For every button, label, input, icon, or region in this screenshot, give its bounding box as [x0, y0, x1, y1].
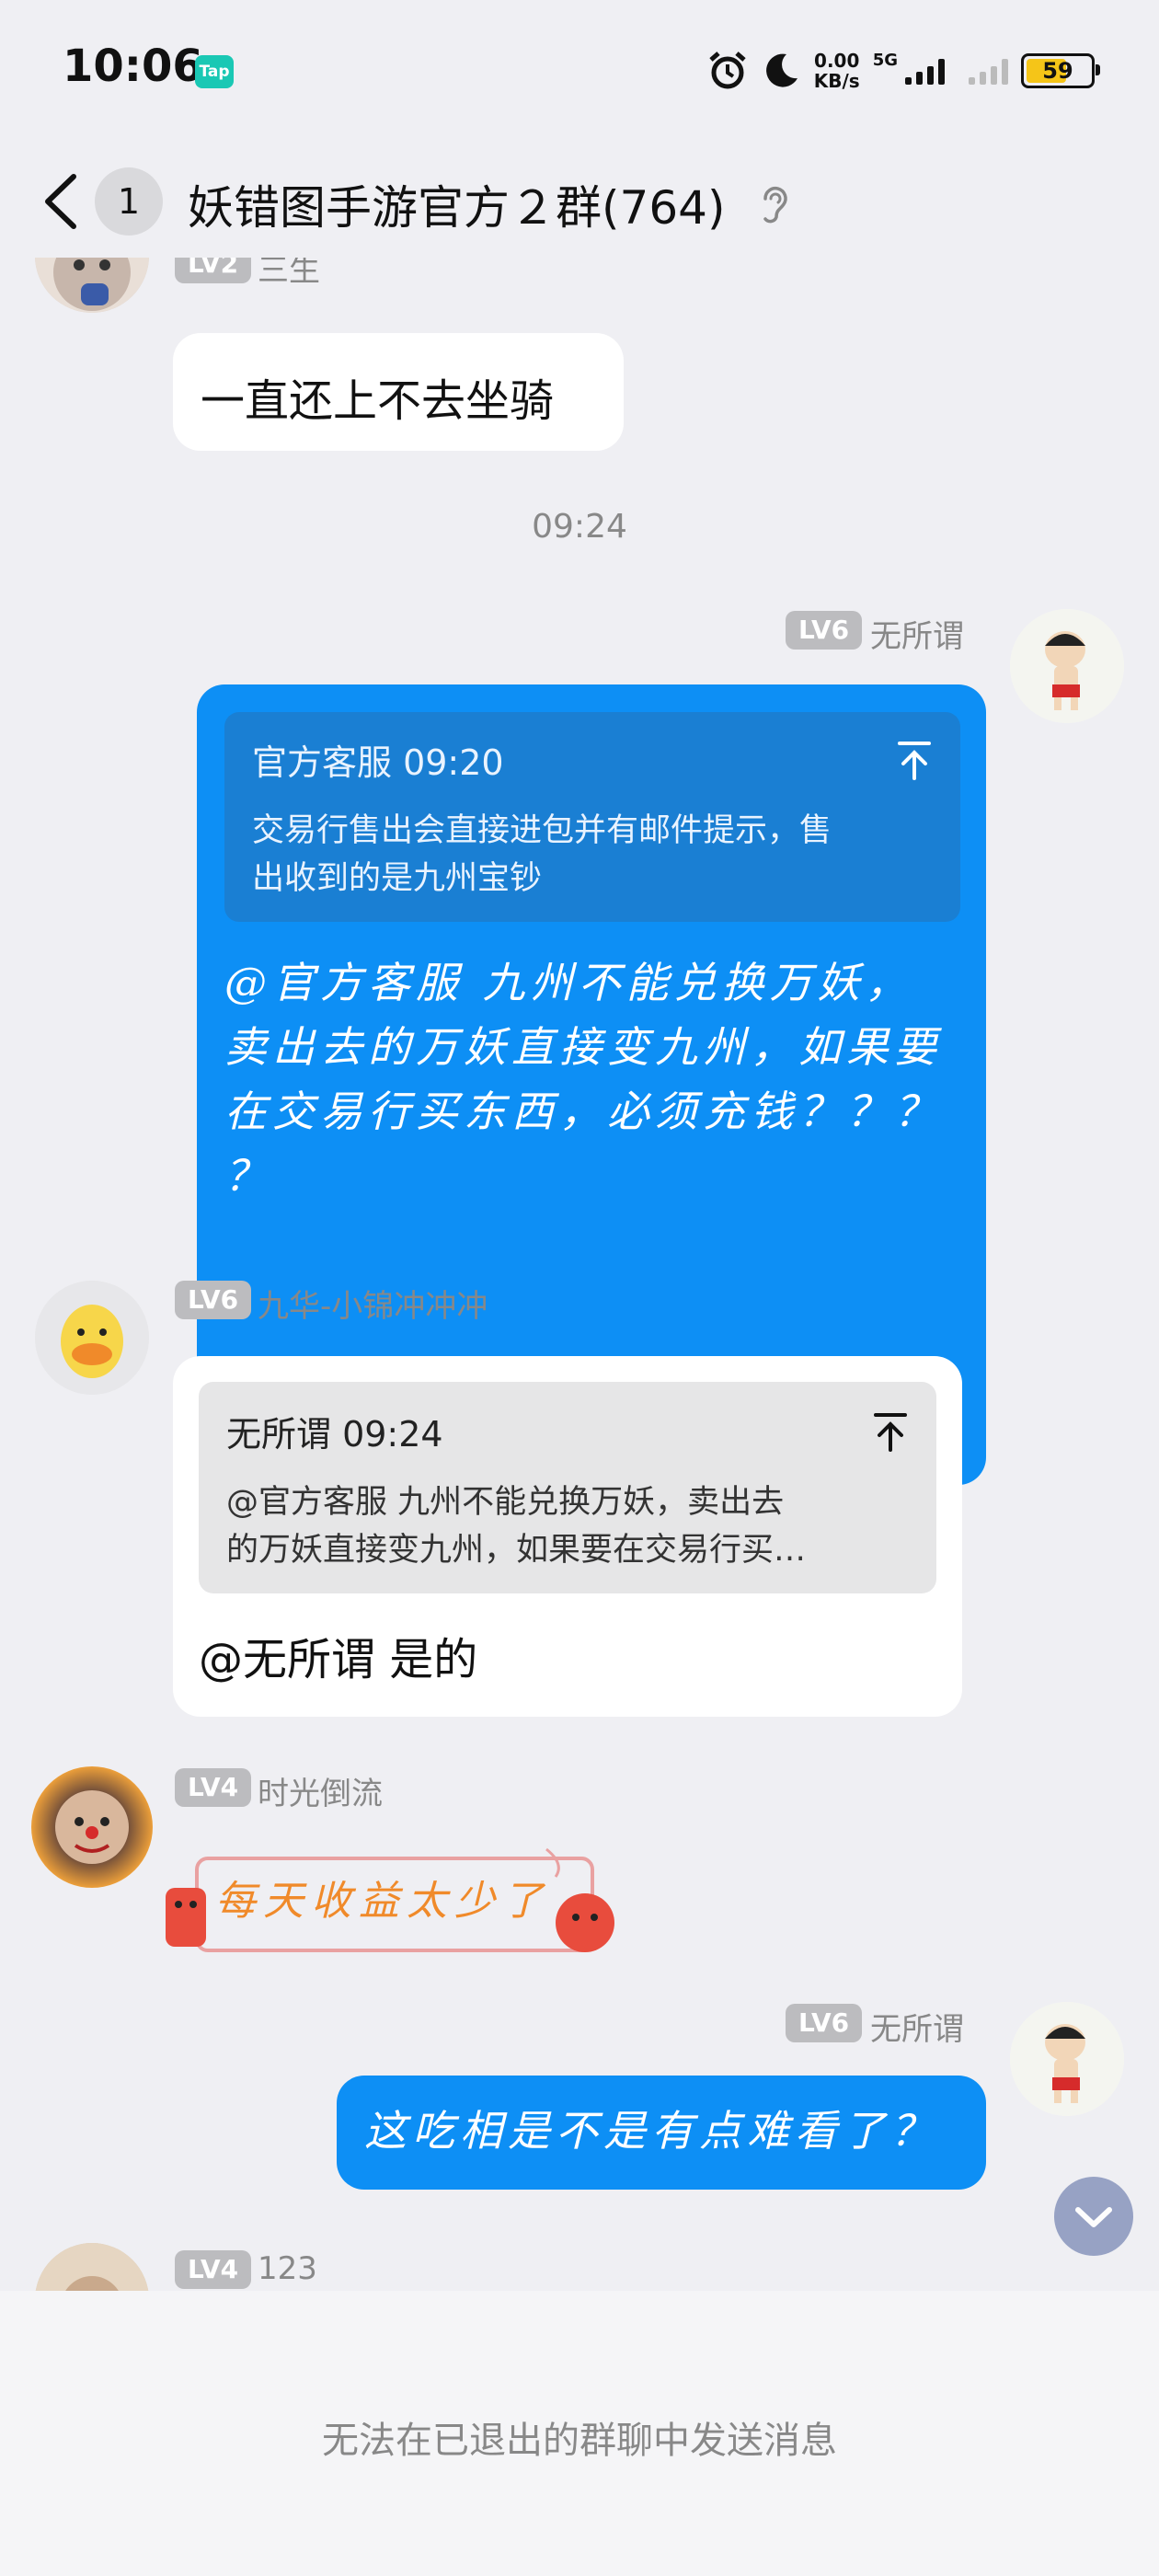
quoted-message[interactable]: 官方客服 09:20 交易行售出会直接进包并有邮件提示，售 出收到的是九州宝钞	[224, 712, 960, 922]
avatar[interactable]	[35, 258, 149, 313]
sender-name[interactable]: 无所谓	[870, 611, 964, 656]
sender-name[interactable]: 无所谓	[870, 2004, 964, 2049]
quote-header: 无所谓 09:24	[226, 1414, 443, 1455]
portrait-avatar-image	[35, 2243, 149, 2291]
battery-icon: 59	[1021, 53, 1100, 88]
net-speed-value: 0.00	[814, 50, 860, 72]
message-text-line: 卖出去的万妖直接变九州，如果要	[224, 1022, 942, 1072]
sender-name[interactable]: 时光倒流	[258, 1768, 383, 1813]
message-text: 这吃相是不是有点难看了？	[364, 2106, 938, 2156]
level-badge: LV4	[175, 1768, 252, 1807]
quote-text-line: 出收到的是九州宝钞	[252, 860, 543, 897]
message-bubble[interactable]: 无所谓 09:24 @官方客服 九州不能兑换万妖，卖出去 的万妖直接变九州，如果…	[173, 1356, 962, 1717]
avatar[interactable]	[1010, 609, 1124, 723]
sender-name[interactable]: 三生	[258, 258, 320, 290]
tap-app-icon: Tap	[195, 55, 234, 88]
quote-header: 官方客服 09:20	[252, 742, 504, 783]
sticker[interactable]: 每天收益太少了	[160, 1836, 629, 1965]
quote-text-line: 的万妖直接变九州，如果要在交易行买…	[226, 1532, 807, 1569]
message-text-line: ？	[224, 1151, 272, 1201]
status-time: 10:06	[63, 40, 203, 92]
network-speed: 0.00 KB/s	[814, 51, 860, 91]
sender-name[interactable]: 九华-小锦冲冲冲	[258, 1281, 488, 1326]
quote-text-line: @官方客服 九州不能兑换万妖，卖出去	[226, 1484, 785, 1521]
level-badge: LV2	[175, 258, 252, 283]
message-list[interactable]: LV2 三生 一直还上不去坐骑 09:24 LV6 无所谓 官方客服 09:20…	[0, 258, 1159, 2291]
level-badge: LV6	[175, 1281, 252, 1319]
left-group-notice: 无法在已退出的群聊中发送消息	[322, 2420, 837, 2462]
avatar[interactable]	[35, 1281, 149, 1395]
cartoon-boy-avatar-image	[1010, 609, 1124, 723]
avatar[interactable]	[31, 1766, 153, 1888]
jump-to-top-icon[interactable]	[896, 740, 933, 780]
message-bubble[interactable]: 这吃相是不是有点难看了？	[337, 2076, 986, 2190]
avatar[interactable]	[1010, 2002, 1124, 2116]
network-type: 5G	[872, 50, 898, 70]
sticker-text: 每天收益太少了	[215, 1878, 550, 1925]
level-badge: LV6	[786, 2004, 863, 2042]
status-bar: 10:06 Tap 0.00 KB/s 5G 59	[0, 0, 1159, 138]
duck-avatar-image	[35, 1281, 149, 1395]
message-timestamp: 09:24	[532, 508, 627, 546]
unread-count-badge[interactable]: 1	[95, 167, 163, 236]
message-text: @无所谓 是的	[199, 1634, 478, 1685]
battery-level: 59	[1042, 58, 1073, 84]
quote-text-line: 交易行售出会直接进包并有邮件提示，售	[252, 812, 832, 849]
level-badge: LV6	[786, 611, 863, 650]
net-speed-unit: KB/s	[813, 70, 860, 92]
message-bubble[interactable]: 一直还上不去坐骑	[173, 333, 624, 451]
signal-icon	[905, 57, 945, 85]
ear-icon[interactable]	[756, 182, 793, 228]
status-icons: 0.00 KB/s 5G 59	[707, 48, 1100, 94]
clown-avatar-image	[55, 1790, 129, 1864]
avatar[interactable]	[35, 2243, 149, 2291]
sender-name[interactable]: 123	[258, 2250, 317, 2287]
message-text-line: 在交易行买东西，必须充钱？？？	[224, 1087, 942, 1136]
message-text: 一直还上不去坐骑	[201, 375, 555, 427]
chevron-down-icon	[1075, 2207, 1112, 2227]
moon-icon	[765, 53, 798, 87]
signal-2-icon	[969, 57, 1008, 85]
chat-header: 1 妖错图手游官方２群(764)	[0, 147, 1159, 258]
level-badge: LV4	[175, 2250, 252, 2289]
alarm-icon	[709, 52, 746, 89]
back-arrow-icon[interactable]	[35, 169, 90, 234]
chat-title[interactable]: 妖错图手游官方２群(764)	[188, 171, 725, 237]
jump-to-top-icon[interactable]	[872, 1411, 909, 1452]
cartoon-boy-avatar-image	[1010, 2002, 1124, 2116]
message-text-line: @官方客服 九州不能兑换万妖，	[224, 958, 913, 1007]
input-area-disabled: 无法在已退出的群聊中发送消息	[0, 2291, 1159, 2576]
cat-avatar-image	[35, 258, 149, 313]
quoted-message[interactable]: 无所谓 09:24 @官方客服 九州不能兑换万妖，卖出去 的万妖直接变九州，如果…	[199, 1382, 936, 1593]
scroll-to-bottom-button[interactable]	[1054, 2177, 1133, 2256]
